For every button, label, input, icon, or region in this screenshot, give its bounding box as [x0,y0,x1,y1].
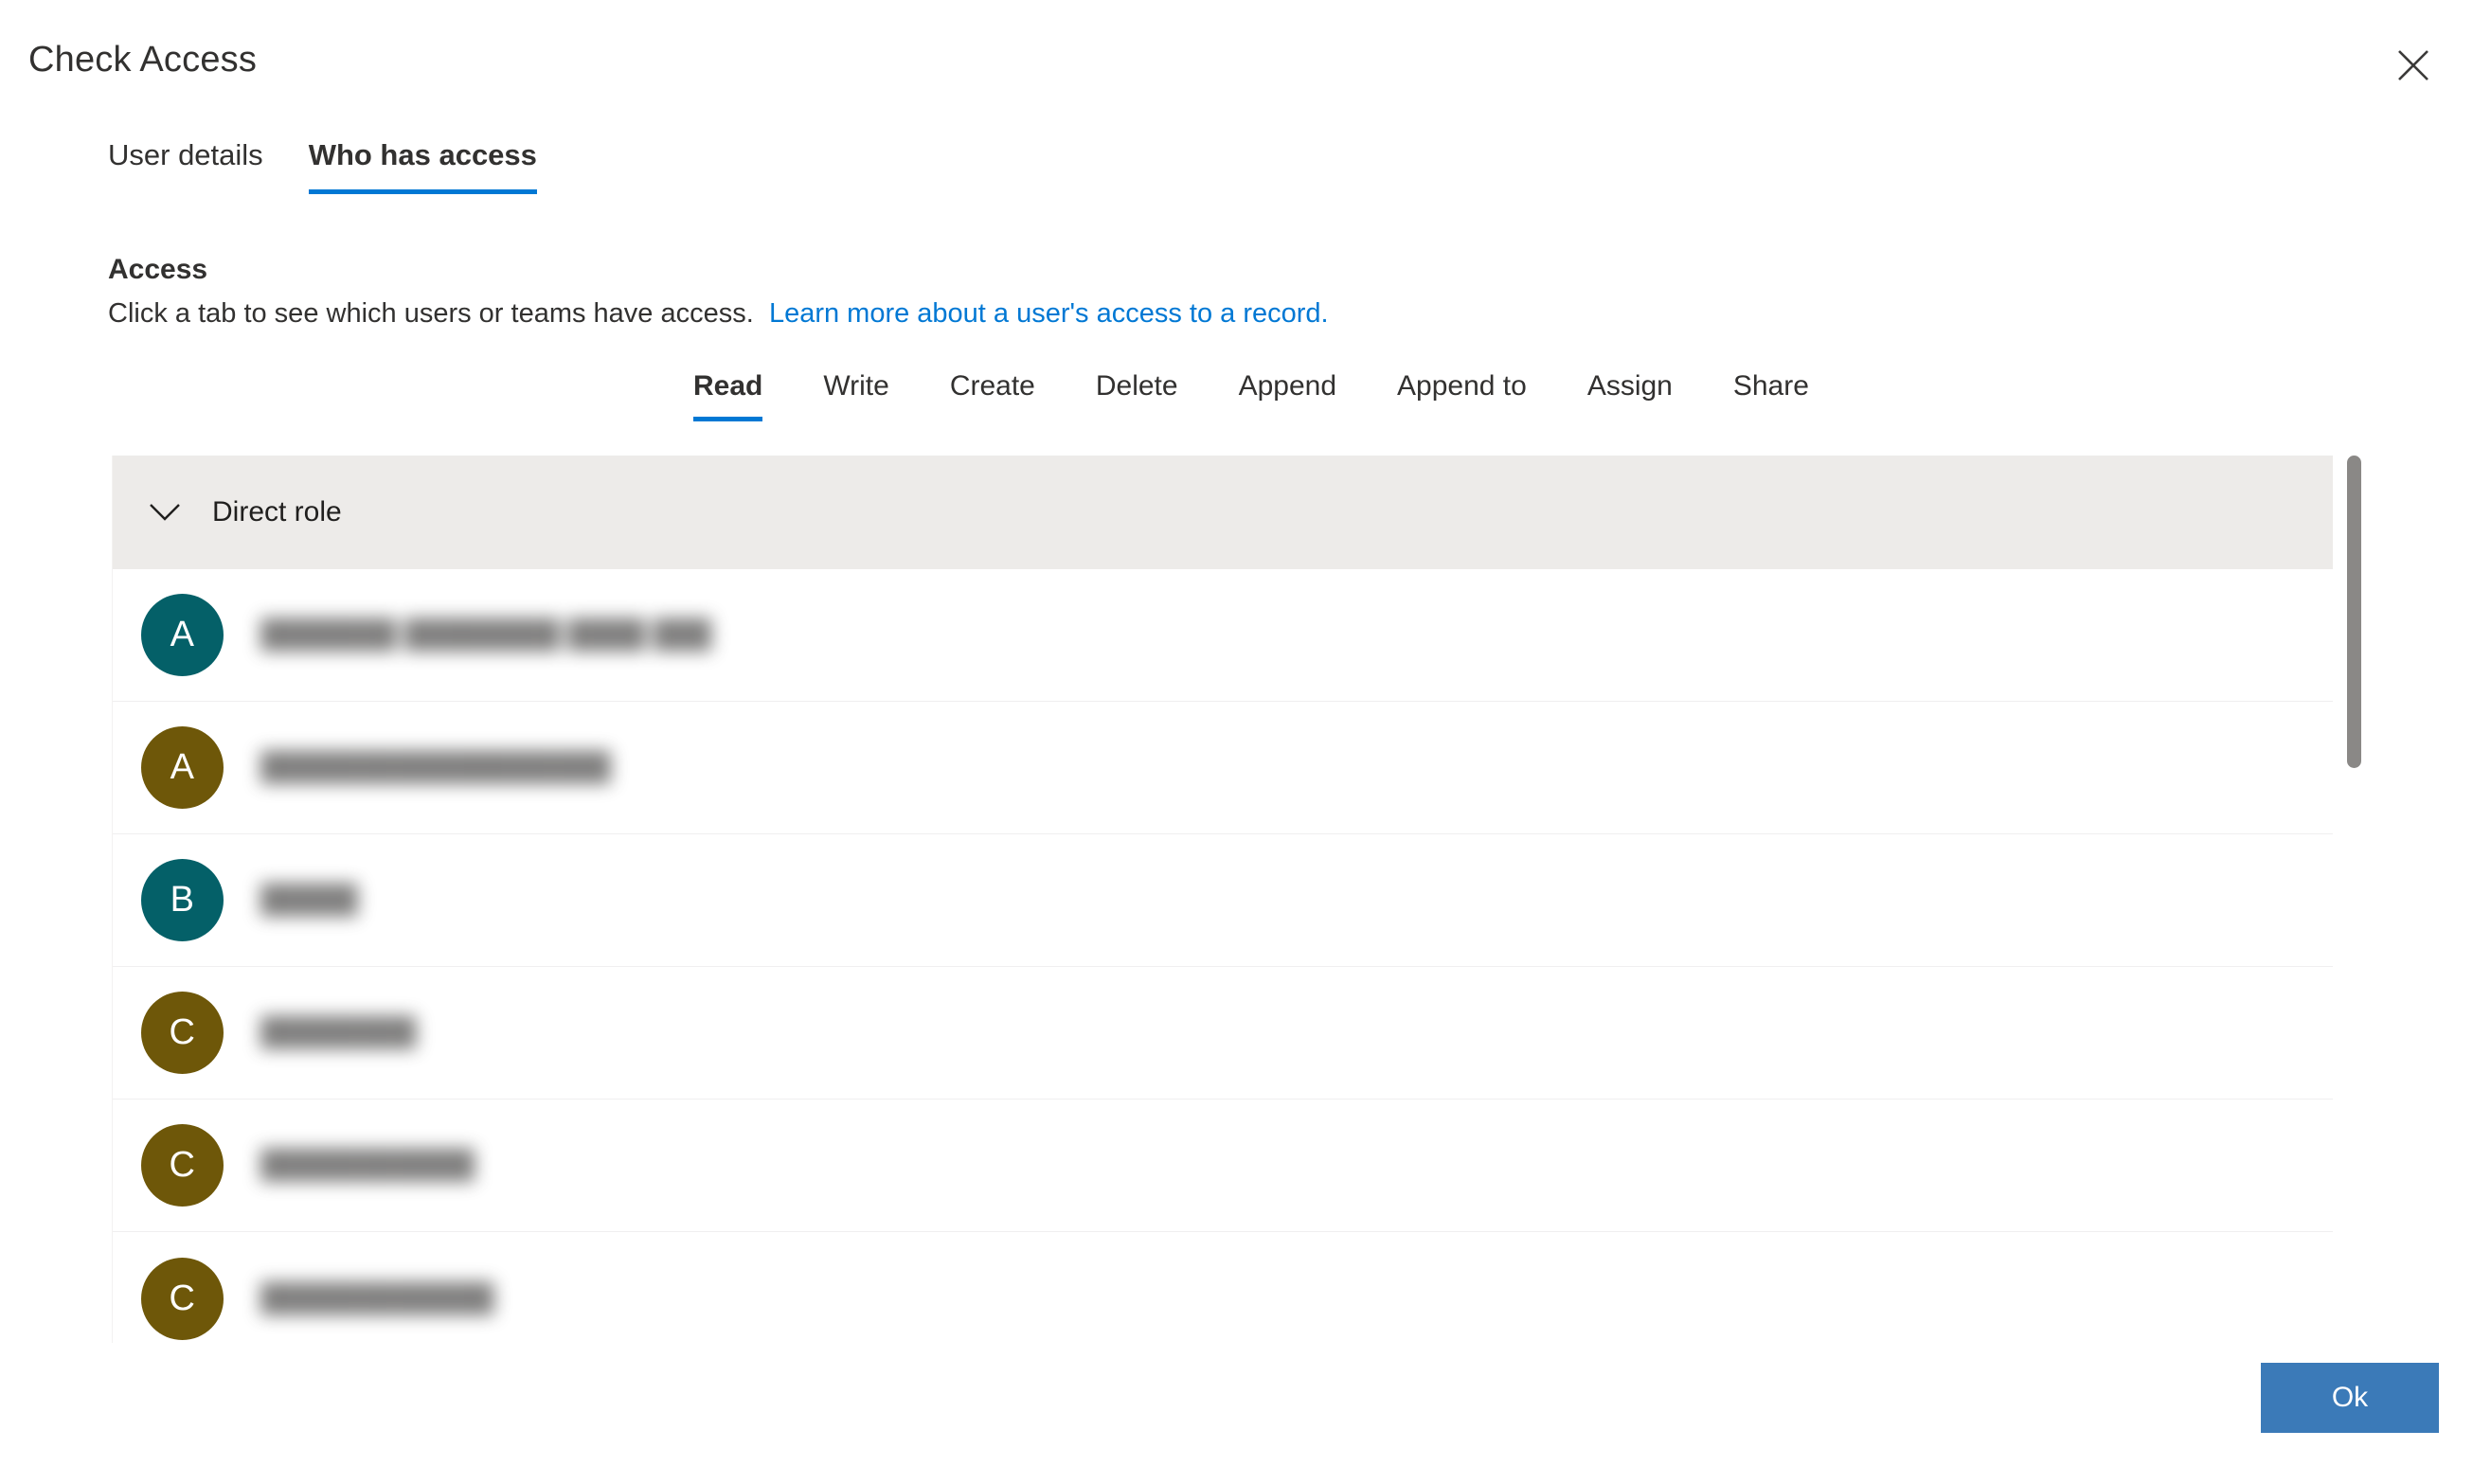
learn-more-link[interactable]: Learn more about a user's access to a re… [769,298,1329,329]
avatar: A [141,594,224,676]
row-principal-name: █████ [260,885,358,915]
tab-who-has-access[interactable]: Who has access [286,140,560,194]
access-description-text: Click a tab to see which users or teams … [108,298,754,329]
table-row[interactable]: A ██████████████████ [113,702,2333,834]
row-principal-name: ███████████ [260,1150,475,1180]
permission-tabs: Read Write Create Delete Append Append t… [663,372,1839,421]
close-icon [2397,49,2429,81]
page-title: Check Access [28,40,258,80]
perm-tab-create[interactable]: Create [920,372,1066,421]
ok-button[interactable]: Ok [2261,1363,2439,1433]
avatar: B [141,859,224,941]
access-list-scrollbar[interactable] [2347,456,2361,1343]
row-principal-name: ██████████████████ [260,752,611,782]
access-heading: Access [108,254,208,285]
perm-tab-assign[interactable]: Assign [1557,372,1703,421]
row-principal-name: ████████ [260,1017,417,1047]
pivot-tabs: User details Who has access [108,140,560,194]
table-row[interactable]: B █████ [113,834,2333,967]
row-principal-name: ████████████ [260,1282,494,1314]
dialog-header: Check Access [0,0,2473,109]
perm-tab-append-to[interactable]: Append to [1367,372,1557,421]
avatar: C [141,992,224,1074]
perm-tab-write[interactable]: Write [793,372,919,421]
avatar: C [141,1124,224,1207]
access-description: Click a tab to see which users or teams … [108,298,1329,330]
tab-user-details[interactable]: User details [108,140,286,194]
avatar: C [141,1257,224,1340]
table-row[interactable]: C ████████ [113,967,2333,1100]
group-label: Direct role [212,496,342,527]
table-row[interactable]: C ███████████ [113,1100,2333,1232]
table-row[interactable]: A ███████ ████████ ████ ███ [113,569,2333,702]
perm-tab-append[interactable]: Append [1209,372,1367,421]
perm-tab-delete[interactable]: Delete [1066,372,1209,421]
close-button[interactable] [2384,36,2443,95]
scrollbar-thumb[interactable] [2347,456,2361,768]
row-principal-name: ███████ ████████ ████ ███ [260,619,712,650]
perm-tab-read[interactable]: Read [663,372,793,421]
avatar: A [141,726,224,809]
dialog-footer: Ok [0,1342,2473,1484]
chevron-down-icon [146,493,184,531]
perm-tab-share[interactable]: Share [1703,372,1839,421]
check-access-dialog: Check Access User details Who has access… [0,0,2473,1484]
group-header-direct-role[interactable]: Direct role [113,456,2333,569]
access-list: Direct role A ███████ ████████ ████ ███ … [112,456,2333,1343]
table-row[interactable]: C ████████████ [113,1232,2333,1343]
